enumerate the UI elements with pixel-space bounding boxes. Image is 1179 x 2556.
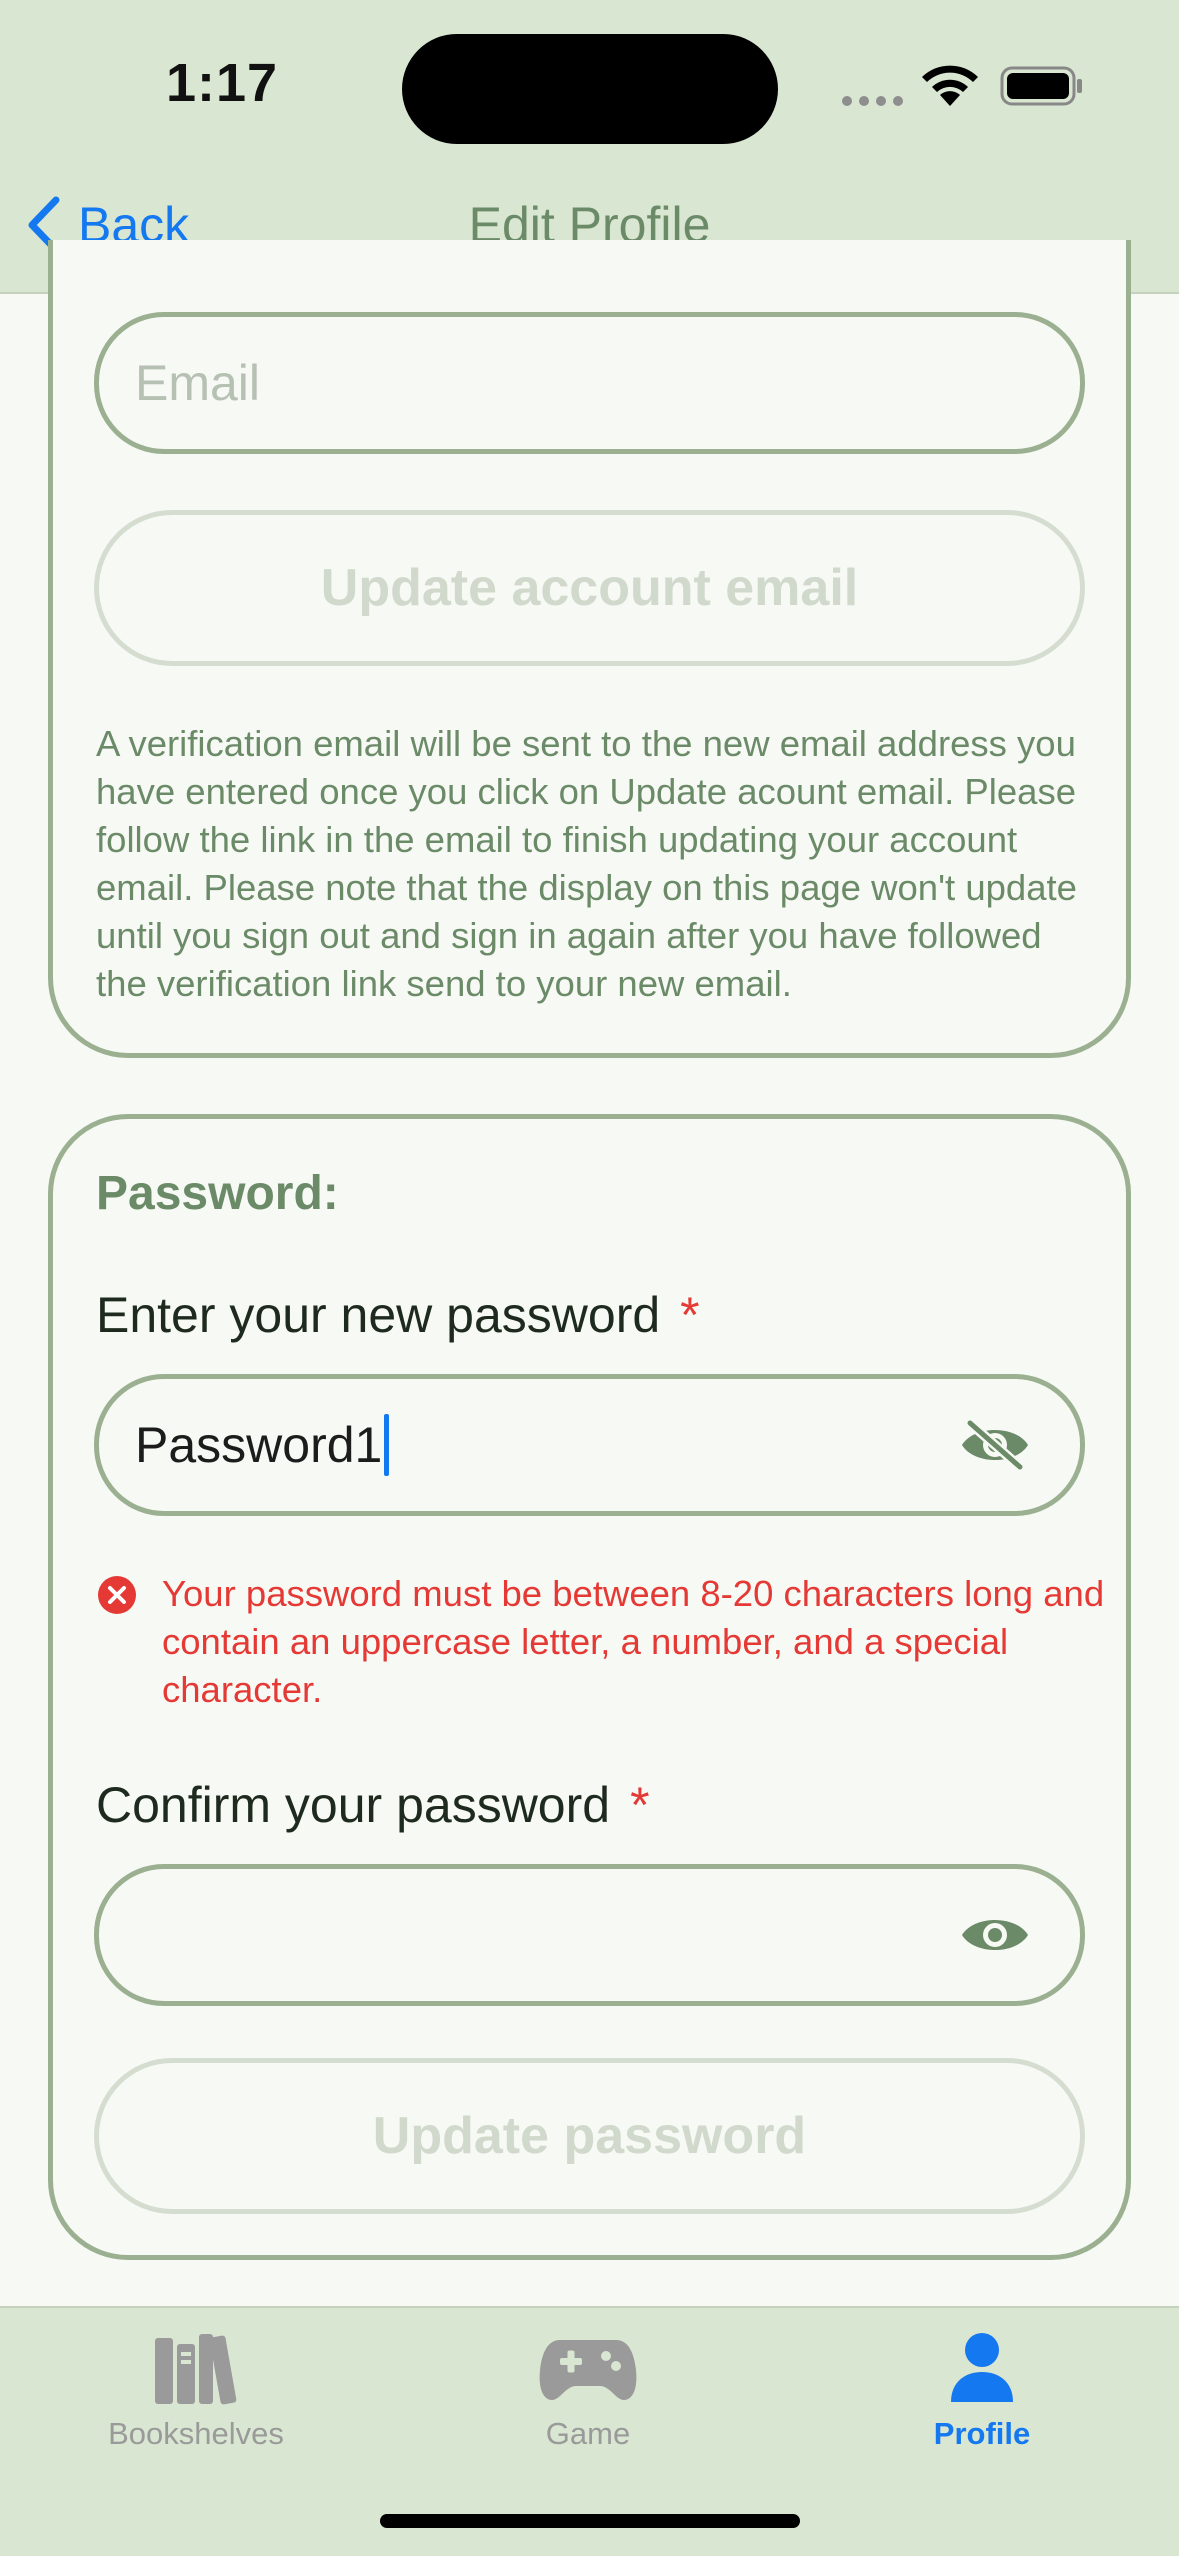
person-icon xyxy=(951,2333,1013,2402)
update-password-button[interactable]: Update password xyxy=(94,2058,1085,2214)
books-icon xyxy=(155,2334,237,2405)
update-email-button[interactable]: Update account email xyxy=(94,510,1085,666)
wifi-icon xyxy=(922,65,978,106)
required-asterisk: * xyxy=(680,1287,700,1343)
status-time: 1:17 xyxy=(166,53,279,113)
tab-bookshelves-label: Bookshelves xyxy=(108,2416,284,2451)
new-password-value: Password1 xyxy=(135,1417,383,1473)
new-password-label-text: Enter your new password xyxy=(96,1287,661,1343)
status-icons xyxy=(842,62,1082,112)
eye-icon[interactable] xyxy=(958,1909,1032,1961)
text-caret xyxy=(384,1414,390,1476)
error-x-icon xyxy=(98,1576,136,1614)
confirm-password-label: Confirm your password * xyxy=(96,1776,650,1834)
signal-dots-icon xyxy=(842,96,904,106)
email-info-text: A verification email will be sent to the… xyxy=(96,723,1077,1004)
confirm-password-label-text: Confirm your password xyxy=(96,1777,611,1833)
tab-profile-label: Profile xyxy=(933,2416,1031,2451)
required-asterisk: * xyxy=(630,1777,650,1833)
gamepad-icon xyxy=(539,2340,637,2400)
email-input[interactable]: Email xyxy=(94,312,1085,454)
confirm-password-input[interactable] xyxy=(94,1864,1085,2006)
battery-icon xyxy=(1000,66,1082,106)
eye-slash-icon[interactable] xyxy=(958,1419,1032,1471)
email-placeholder: Email xyxy=(135,355,261,411)
home-indicator xyxy=(380,2514,800,2528)
tab-game[interactable]: Game xyxy=(458,2330,718,2470)
tab-bookshelves[interactable]: Bookshelves xyxy=(66,2330,326,2470)
new-password-label: Enter your new password * xyxy=(96,1286,700,1344)
tab-profile[interactable]: Profile xyxy=(852,2330,1112,2470)
password-error-text: Your password must be between 8-20 chara… xyxy=(162,1573,1105,1710)
dynamic-island xyxy=(402,34,778,144)
tab-game-label: Game xyxy=(545,2416,631,2451)
password-section-title: Password: xyxy=(96,1167,339,1220)
new-password-input[interactable]: Password1 xyxy=(94,1374,1085,1516)
